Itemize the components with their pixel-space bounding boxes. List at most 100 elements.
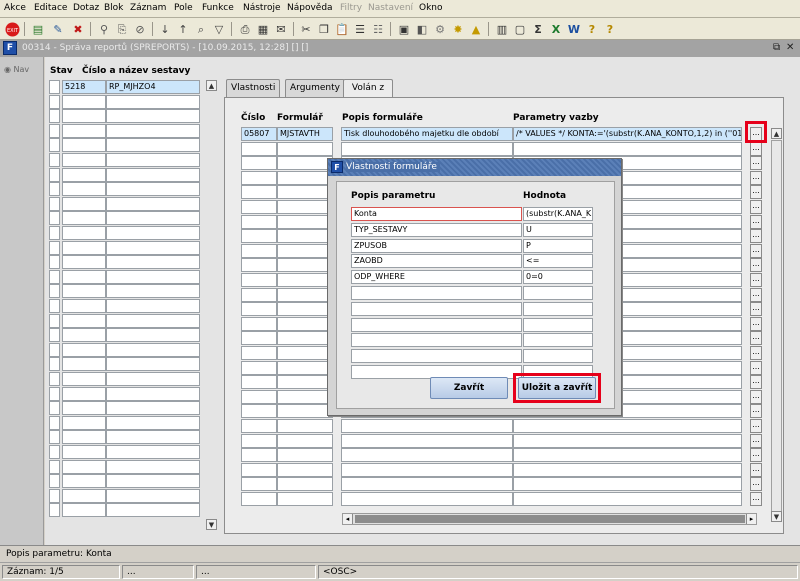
params-dots-button[interactable]: ... — [750, 185, 762, 200]
row-status-cell[interactable] — [49, 445, 60, 459]
nav-label[interactable]: ◉ Nav — [4, 65, 29, 74]
grid-formular-cell[interactable] — [277, 462, 333, 477]
report-icon[interactable]: ▦ — [255, 21, 271, 37]
params-dots-button[interactable]: ... — [750, 389, 762, 404]
settings-icon[interactable]: ⚙ — [432, 21, 448, 37]
row-code-cell[interactable] — [62, 328, 106, 343]
row-name-cell[interactable] — [106, 211, 200, 226]
grid-cislo-cell[interactable] — [241, 258, 277, 273]
grid-formular-cell[interactable] — [277, 331, 333, 346]
grid-formular-cell[interactable] — [277, 448, 333, 463]
params-dots-button[interactable]: ... — [750, 477, 762, 492]
dialog-value-cell[interactable] — [523, 333, 593, 348]
params-dots-button[interactable]: ... — [750, 462, 762, 477]
enter-query-icon[interactable]: ⎘ — [114, 21, 130, 37]
grid-formular-cell[interactable] — [277, 346, 333, 360]
row-name-cell[interactable] — [106, 167, 200, 182]
row-status-cell[interactable] — [49, 488, 60, 503]
execute-query-icon[interactable]: ⚲ — [96, 21, 112, 37]
params-dots-button[interactable]: ... — [750, 258, 762, 273]
row-status-cell[interactable] — [49, 255, 60, 270]
dialog-param-cell[interactable] — [351, 349, 522, 364]
row-status-cell[interactable] — [49, 386, 60, 401]
row-code-cell[interactable] — [62, 211, 106, 226]
grid-cislo-cell[interactable] — [241, 141, 277, 156]
row-name-cell[interactable]: RP_MJHZO4 — [106, 80, 200, 94]
params-dots-button[interactable]: ... — [750, 273, 762, 287]
params-dots-button[interactable]: ... — [750, 346, 762, 360]
cancel-query-icon[interactable]: ⊘ — [132, 21, 148, 37]
params-dots-button[interactable]: ... — [750, 492, 762, 506]
menu-filtry[interactable]: Filtry — [340, 3, 362, 13]
grid-cislo-cell[interactable] — [241, 156, 277, 171]
dialog-param-cell[interactable]: ZPUSOB — [351, 238, 522, 253]
params-dots-button[interactable]: ... — [750, 419, 762, 433]
params-dots-button[interactable]: ... — [750, 243, 762, 258]
grid-cislo-cell[interactable] — [241, 170, 277, 185]
grid-formular-cell[interactable] — [277, 360, 333, 375]
grid-cislo-cell[interactable] — [241, 243, 277, 258]
menu-zaznam[interactable]: Záznam — [130, 3, 166, 13]
row-name-cell[interactable] — [106, 328, 200, 343]
grid-cislo-cell[interactable] — [241, 316, 277, 331]
row-status-cell[interactable] — [49, 196, 60, 211]
question-icon[interactable]: ? — [602, 21, 618, 37]
row-status-cell[interactable] — [49, 138, 60, 153]
insert-row-icon[interactable]: ☰ — [352, 21, 368, 37]
params-dots-button[interactable]: ... — [750, 316, 762, 331]
grid-cislo-cell[interactable] — [241, 273, 277, 287]
row-code-cell[interactable] — [62, 401, 106, 416]
row-status-cell[interactable] — [49, 328, 60, 343]
grid-cislo-cell[interactable] — [241, 346, 277, 360]
dialog-value-cell[interactable]: (substr(K.ANA_K — [523, 207, 593, 221]
dialog-value-cell[interactable]: U — [523, 222, 593, 237]
row-name-cell[interactable] — [106, 153, 200, 167]
row-status-cell[interactable] — [49, 474, 60, 489]
row-code-cell[interactable] — [62, 226, 106, 240]
row-code-cell[interactable] — [62, 313, 106, 328]
grid-popis-cell[interactable] — [341, 419, 513, 433]
params-dots-button[interactable]: ... — [750, 141, 762, 156]
grid-formular-cell[interactable] — [277, 375, 333, 390]
restore-icon[interactable]: ⧉ — [773, 42, 780, 53]
grid-formular-cell[interactable] — [277, 185, 333, 200]
list-scroll-up[interactable]: ▲ — [206, 80, 217, 91]
row-status-cell[interactable] — [49, 240, 60, 255]
grid-cislo-cell[interactable] — [241, 462, 277, 477]
grid-cislo-cell[interactable] — [241, 214, 277, 229]
row-name-cell[interactable] — [106, 372, 200, 386]
grid-formular-cell[interactable] — [277, 258, 333, 273]
params-dots-button[interactable]: ... — [750, 200, 762, 214]
dialog-param-cell[interactable]: ZAOBD — [351, 254, 522, 269]
row-status-cell[interactable] — [49, 211, 60, 226]
grid-formular-cell[interactable] — [277, 214, 333, 229]
params-dots-button[interactable]: ... — [750, 375, 762, 390]
row-status-cell[interactable] — [49, 80, 60, 94]
star-icon[interactable]: ✸ — [450, 21, 466, 37]
grid-scroll-up[interactable]: ▲ — [771, 128, 782, 139]
grid-cislo-cell[interactable] — [241, 287, 277, 302]
dialog-param-cell[interactable] — [351, 333, 522, 348]
grid-parametry-cell[interactable] — [513, 492, 742, 506]
tab-volan-z[interactable]: Volán z — [343, 79, 393, 99]
params-dots-button[interactable]: ... — [750, 404, 762, 419]
row-name-cell[interactable] — [106, 299, 200, 313]
row-name-cell[interactable] — [106, 240, 200, 255]
params-dots-button[interactable]: ... — [750, 433, 762, 448]
close-icon[interactable]: ✕ — [786, 42, 794, 53]
menu-nastaveni[interactable]: Nastavení — [368, 3, 413, 13]
row-status-cell[interactable] — [49, 401, 60, 416]
grid-formular-cell[interactable] — [277, 389, 333, 404]
row-status-cell[interactable] — [49, 503, 60, 518]
params-dots-button[interactable]: ... — [750, 170, 762, 185]
grid-cislo-cell[interactable] — [241, 331, 277, 346]
grid-cislo-cell[interactable] — [241, 492, 277, 506]
email-icon[interactable]: ✉ — [273, 21, 289, 37]
row-name-cell[interactable] — [106, 459, 200, 474]
alert-icon[interactable]: ▲ — [468, 21, 484, 37]
row-code-cell[interactable] — [62, 196, 106, 211]
row-name-cell[interactable] — [106, 255, 200, 270]
grid-formular-cell[interactable] — [277, 156, 333, 171]
paste-icon[interactable]: 📋 — [334, 21, 350, 37]
dialog-param-cell[interactable]: TYP_SESTAVY — [351, 222, 522, 237]
